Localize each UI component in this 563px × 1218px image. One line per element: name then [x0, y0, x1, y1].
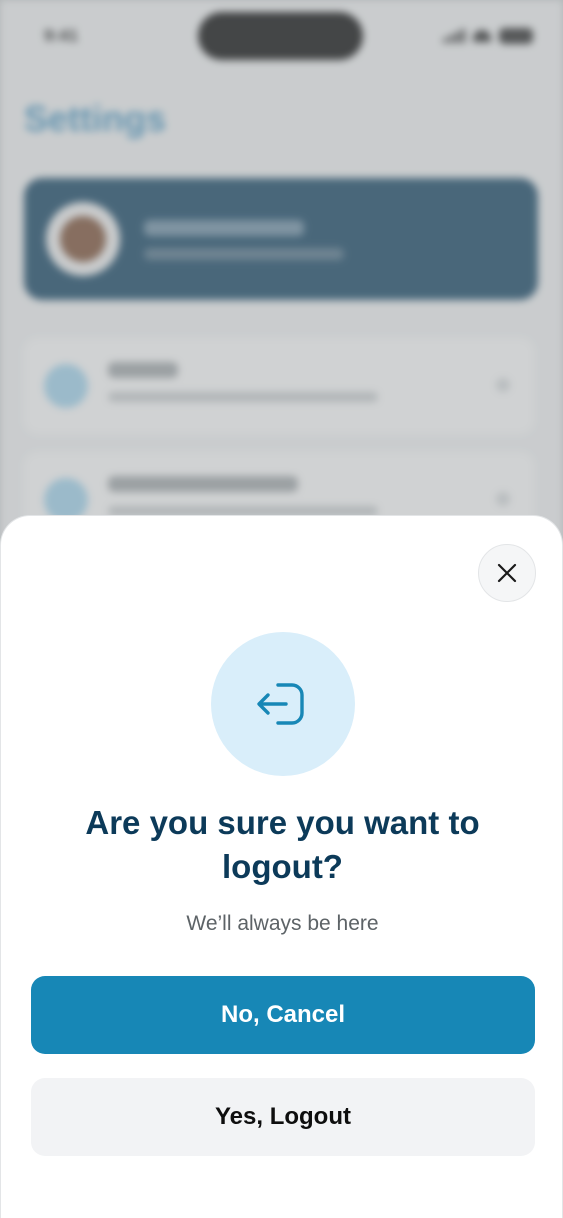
close-icon	[497, 563, 517, 583]
logout-button[interactable]: Yes, Logout	[31, 1078, 535, 1156]
cancel-button[interactable]: No, Cancel	[31, 976, 535, 1054]
logout-icon	[257, 683, 304, 725]
logout-bottom-sheet: Are you sure you want to logout? We’ll a…	[0, 515, 563, 1218]
close-button[interactable]	[478, 544, 536, 602]
logout-icon-badge	[211, 632, 355, 776]
logout-title: Are you sure you want to logout?	[85, 804, 480, 885]
logout-subtitle: We’ll always be here	[186, 912, 379, 935]
